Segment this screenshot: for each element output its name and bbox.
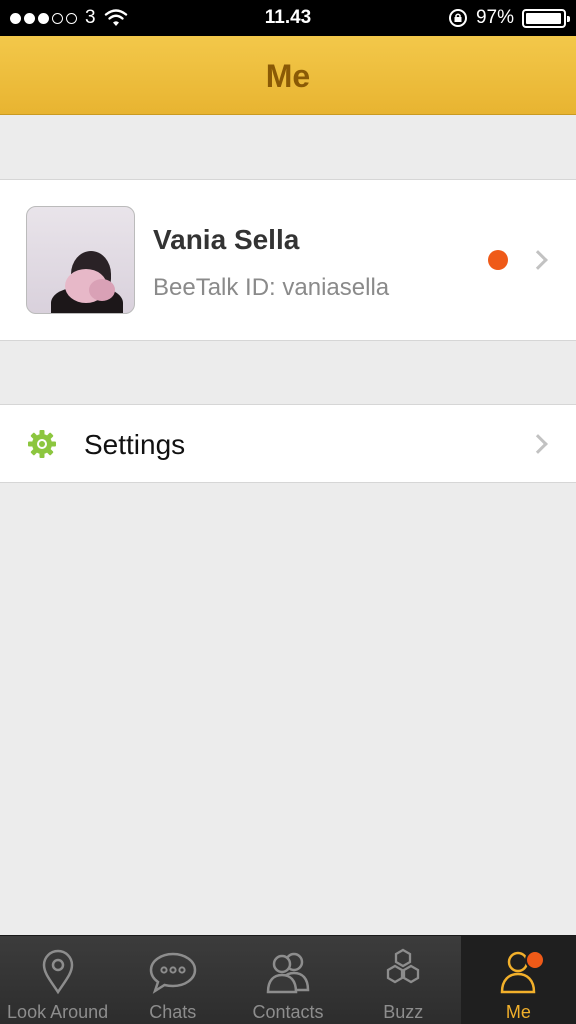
honeycomb-icon — [387, 948, 420, 984]
tab-me[interactable]: Me — [460, 936, 576, 1024]
battery-icon — [522, 8, 570, 28]
notification-badge — [524, 950, 545, 970]
chat-bubble-icon — [149, 952, 197, 994]
profile-name: Vania Sella — [153, 224, 300, 255]
settings-row[interactable]: Settings — [0, 404, 576, 483]
rotation-lock-icon — [448, 9, 467, 27]
tab-label: Buzz — [383, 1002, 424, 1022]
tab-look-around[interactable]: Look Around — [0, 936, 115, 1024]
beetalk-id: BeeTalk ID: vaniasella — [153, 274, 390, 301]
tab-label: Me — [505, 1002, 531, 1022]
nav-bar: Me — [0, 36, 576, 115]
page-title: Me — [265, 58, 311, 94]
chevron-right-icon — [528, 434, 548, 454]
profile-card[interactable]: Vania Sella BeeTalk ID: vaniasella — [0, 179, 576, 341]
avatar[interactable] — [26, 206, 135, 314]
tab-label: Look Around — [7, 1002, 109, 1022]
tab-label: Chats — [149, 1002, 197, 1022]
tab-label: Contacts — [252, 1002, 324, 1022]
location-pin-icon — [42, 949, 73, 995]
tab-contacts[interactable]: Contacts — [230, 936, 345, 1024]
status-bar: 3 11.43 97% — [0, 0, 576, 36]
battery-percent: 97% — [475, 7, 514, 28]
gear-icon — [28, 430, 56, 458]
chevron-right-icon — [528, 250, 548, 270]
status-indicator — [488, 250, 508, 270]
settings-label: Settings — [84, 429, 186, 460]
status-right: 97% — [448, 7, 570, 29]
tab-buzz[interactable]: Buzz — [346, 936, 461, 1024]
contacts-icon — [266, 952, 310, 994]
tab-bar: Look Around Chats Contacts Buzz Me — [0, 935, 576, 1024]
tab-chats[interactable]: Chats — [115, 936, 230, 1024]
